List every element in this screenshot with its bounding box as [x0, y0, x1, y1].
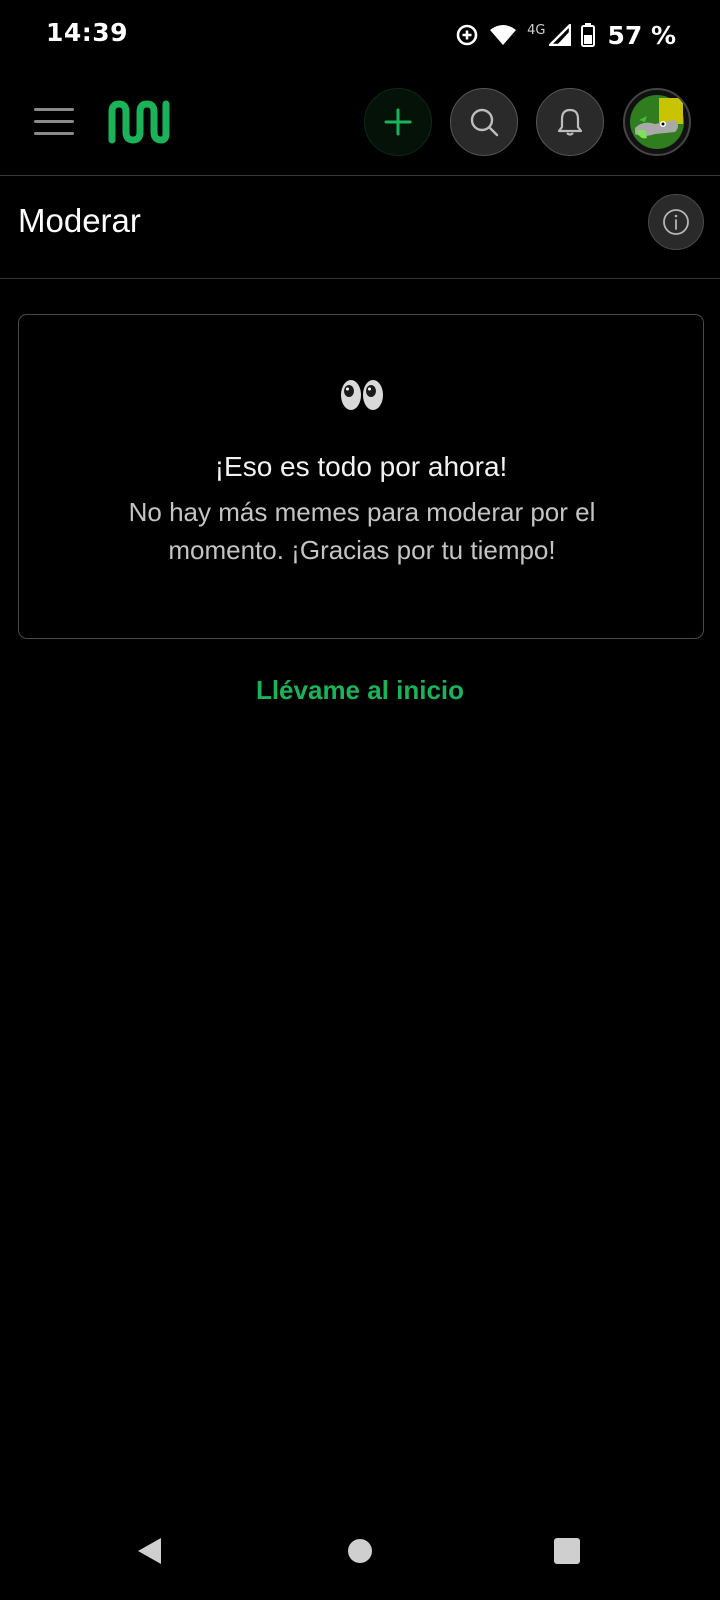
- page-title: Moderar: [18, 202, 141, 239]
- go-home-link[interactable]: Llévame al inicio: [0, 675, 720, 706]
- plus-icon: [384, 108, 412, 136]
- user-avatar[interactable]: [623, 88, 691, 156]
- search-icon: [470, 108, 499, 137]
- notifications-button[interactable]: [536, 88, 604, 156]
- empty-state-title: ¡Eso es todo por ahora!: [214, 451, 508, 482]
- page-heading-bar: Moderar: [0, 176, 720, 279]
- app-logo-icon[interactable]: [108, 100, 170, 148]
- data-saver-icon: [455, 23, 479, 47]
- network-type-label: 4G: [527, 22, 546, 38]
- wifi-icon: [489, 24, 517, 46]
- status-time: 14:39: [46, 18, 129, 47]
- battery-percentage: 57 %: [607, 20, 676, 50]
- app-header: [0, 70, 720, 176]
- battery-icon: [581, 23, 596, 47]
- bell-icon: [557, 108, 583, 136]
- cellular-signal-icon: [549, 24, 572, 46]
- recents-square-icon[interactable]: [553, 1537, 581, 1569]
- system-navigation-bar: [0, 1520, 720, 1600]
- status-icons: 4G 57 %: [455, 18, 676, 52]
- hamburger-menu-icon[interactable]: [34, 108, 74, 136]
- empty-state-message: No hay más memes para moderar por el mom…: [128, 497, 596, 565]
- home-circle-icon[interactable]: [347, 1538, 373, 1568]
- back-triangle-icon[interactable]: [136, 1536, 162, 1570]
- search-button[interactable]: [450, 88, 518, 156]
- info-button[interactable]: [648, 194, 704, 250]
- info-icon: [663, 209, 689, 235]
- eyes-icon: [339, 377, 385, 417]
- status-bar: 14:39 4G 57 %: [0, 0, 720, 70]
- empty-state-card: ¡Eso es todo por ahora! No hay más memes…: [18, 314, 704, 639]
- add-button[interactable]: [364, 88, 432, 156]
